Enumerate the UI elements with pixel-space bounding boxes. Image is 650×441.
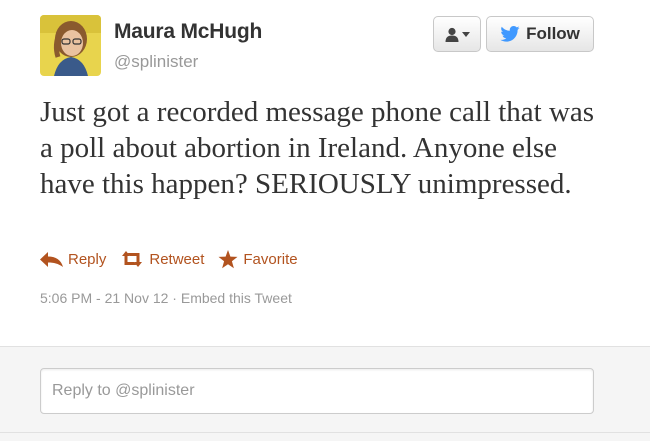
reply-icon: [40, 251, 63, 267]
star-icon: [218, 249, 238, 268]
user-username[interactable]: @splinister: [114, 52, 198, 72]
reply-input[interactable]: [40, 368, 594, 414]
retweet-action[interactable]: Retweet: [120, 251, 204, 268]
tweet-card: Maura McHugh @splinister Follow Just got…: [0, 0, 650, 346]
tweet-actions: Reply Retweet Favorite: [40, 246, 312, 272]
person-icon: [445, 27, 458, 42]
user-actions-dropdown-button[interactable]: [433, 16, 481, 52]
meta-separator: ·: [172, 290, 177, 306]
retweet-label: Retweet: [149, 250, 205, 268]
reply-action[interactable]: Reply: [40, 251, 106, 268]
favorite-label: Favorite: [243, 250, 298, 268]
tweet-text: Just got a recorded message phone call t…: [40, 96, 595, 200]
reply-area: [0, 346, 650, 441]
avatar-image: [40, 15, 101, 76]
tweet-timestamp[interactable]: 5:06 PM - 21 Nov 12: [40, 290, 168, 306]
follow-button[interactable]: Follow: [486, 16, 594, 52]
embed-tweet-link[interactable]: Embed this Tweet: [181, 290, 292, 306]
tweet-meta: 5:06 PM - 21 Nov 12 · Embed this Tweet: [40, 290, 292, 306]
caret-down-icon: [461, 31, 470, 37]
follow-button-label: Follow: [526, 24, 580, 43]
twitter-bird-icon: [500, 26, 520, 42]
retweet-icon: [122, 251, 143, 267]
avatar[interactable]: [40, 15, 101, 76]
favorite-action[interactable]: Favorite: [218, 249, 298, 269]
reply-label: Reply: [68, 250, 107, 268]
user-fullname[interactable]: Maura McHugh: [114, 20, 262, 44]
divider: [0, 432, 650, 433]
